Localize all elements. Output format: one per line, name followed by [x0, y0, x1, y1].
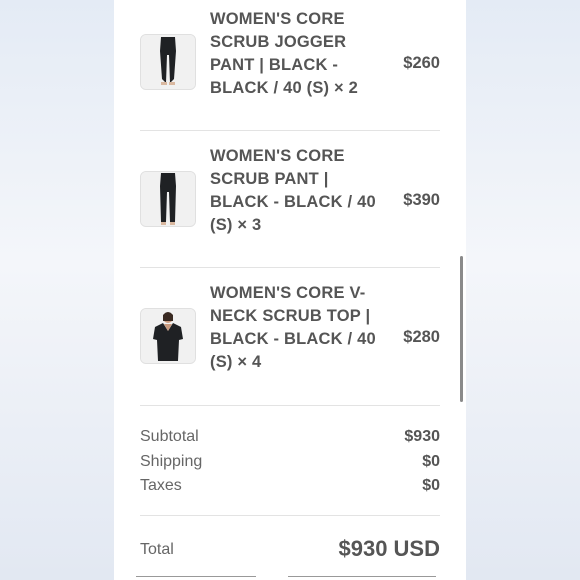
- scrub-pant-thumbnail: [140, 171, 196, 227]
- cart-item-vneck-top: WOMEN'S CORE V-NECK SCRUB TOP | BLACK - …: [140, 274, 440, 410]
- cart-item-name: WOMEN'S CORE V-NECK SCRUB TOP | BLACK - …: [210, 284, 376, 371]
- total-divider: [140, 515, 440, 516]
- jogger-pant-photo-icon: [141, 35, 195, 89]
- taxes-value: $0: [422, 477, 440, 494]
- item-divider: [140, 130, 440, 131]
- cart-item-scrub-pant: WOMEN'S CORE SCRUB PANT | BLACK - BLACK …: [140, 137, 440, 273]
- scrub-pant-photo-icon: [141, 172, 195, 226]
- bottom-edge-line: [136, 576, 256, 577]
- bottom-edge-line: [288, 576, 436, 577]
- subtotal-label: Subtotal: [140, 428, 199, 445]
- subtotal-row: Subtotal $930: [140, 428, 440, 452]
- cart-item-price: $280: [403, 328, 440, 346]
- taxes-label: Taxes: [140, 477, 182, 494]
- order-summary-panel: WOMEN'S CORE SCRUB JOGGER PANT | BLACK -…: [114, 0, 466, 580]
- shipping-value: $0: [422, 453, 440, 470]
- shipping-label: Shipping: [140, 453, 203, 470]
- scrub-top-photo-icon: [141, 309, 195, 363]
- cart-item-price: $390: [403, 191, 440, 209]
- subtotal-value: $930: [404, 428, 440, 445]
- shipping-row: Shipping $0: [140, 453, 440, 477]
- cart-item-name: WOMEN'S CORE SCRUB PANT | BLACK - BLACK …: [210, 147, 376, 234]
- cart-item-name: WOMEN'S CORE SCRUB JOGGER PANT | BLACK -…: [210, 10, 359, 97]
- total-value: $930 USD: [338, 536, 440, 561]
- summary-divider: [140, 405, 440, 406]
- scrub-top-thumbnail: [140, 308, 196, 364]
- total-label: Total: [140, 541, 174, 558]
- cart-item-jogger-pant: WOMEN'S CORE SCRUB JOGGER PANT | BLACK -…: [140, 0, 440, 136]
- total-row: Total $930 USD: [140, 536, 440, 566]
- taxes-row: Taxes $0: [140, 477, 440, 501]
- cart-item-price: $260: [403, 54, 440, 72]
- scrollbar-thumb[interactable]: [460, 256, 463, 402]
- jogger-pant-thumbnail: [140, 34, 196, 90]
- item-divider: [140, 267, 440, 268]
